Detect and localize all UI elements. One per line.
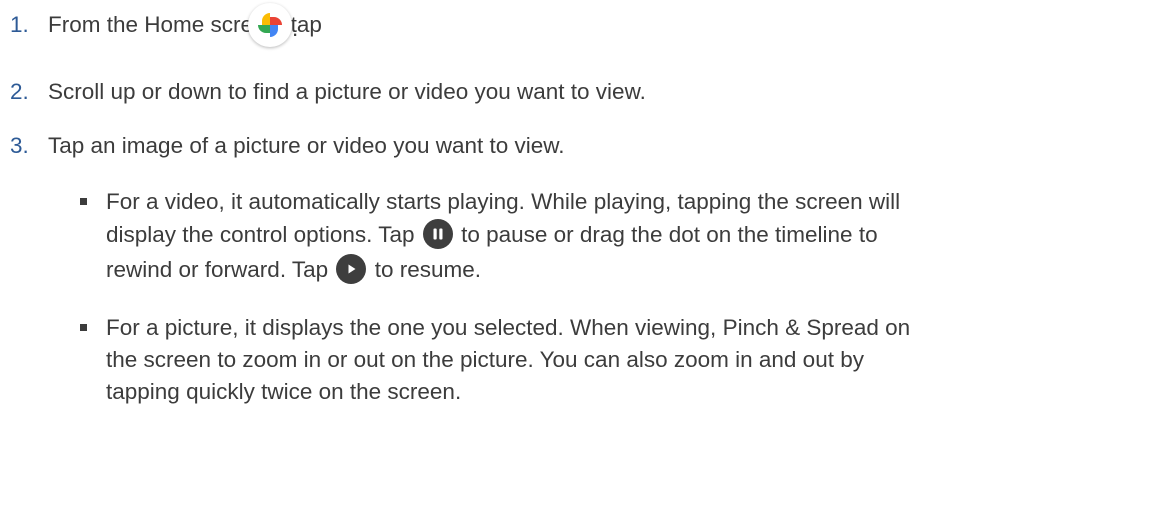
- bullet-text: to resume.: [374, 257, 482, 282]
- play-icon: [336, 254, 367, 285]
- bullet-text: For a picture, it displays the one you s…: [106, 315, 911, 340]
- bullet-marker: [80, 324, 87, 331]
- step-number: 3.: [10, 133, 29, 158]
- step-2: 2. Scroll up or down to find a picture o…: [0, 77, 1100, 111]
- pause-icon: [422, 219, 453, 250]
- step-text: Scroll up or down to find a picture or v…: [48, 79, 646, 104]
- bullet-text: to pause or drag the dot on the timeline…: [461, 222, 878, 247]
- bullet-text: tapping quickly twice on the screen.: [106, 379, 462, 404]
- bullet-2-line-2: the screen to zoom in or out on the pict…: [106, 345, 864, 375]
- bullet-marker: [80, 198, 87, 205]
- bullet-1-line-3: rewind or forward. Tap to resume.: [106, 254, 482, 286]
- step-1: 1. From the Home screen, tap: [0, 10, 400, 44]
- step-number: 1.: [10, 12, 29, 37]
- google-photos-icon: [248, 3, 292, 47]
- bullet-2-line-1: For a picture, it displays the one you s…: [106, 313, 910, 343]
- bullet-text: rewind or forward. Tap: [106, 257, 329, 282]
- bullet-text: display the control options. Tap: [106, 222, 415, 247]
- bullet-text: the screen to zoom in or out on the pict…: [106, 347, 864, 372]
- bullet-1-line-1: For a video, it automatically starts pla…: [106, 187, 900, 217]
- bullet-1-line-2: display the control options. Tap to paus…: [106, 219, 878, 251]
- step-text: Tap an image of a picture or video you w…: [48, 133, 565, 158]
- bullet-2-line-3: tapping quickly twice on the screen.: [106, 377, 461, 407]
- step-suffix: .: [292, 16, 299, 41]
- step-number: 2.: [10, 79, 29, 104]
- bullet-text: For a video, it automatically starts pla…: [106, 189, 901, 214]
- step-3: 3. Tap an image of a picture or video yo…: [0, 131, 1100, 165]
